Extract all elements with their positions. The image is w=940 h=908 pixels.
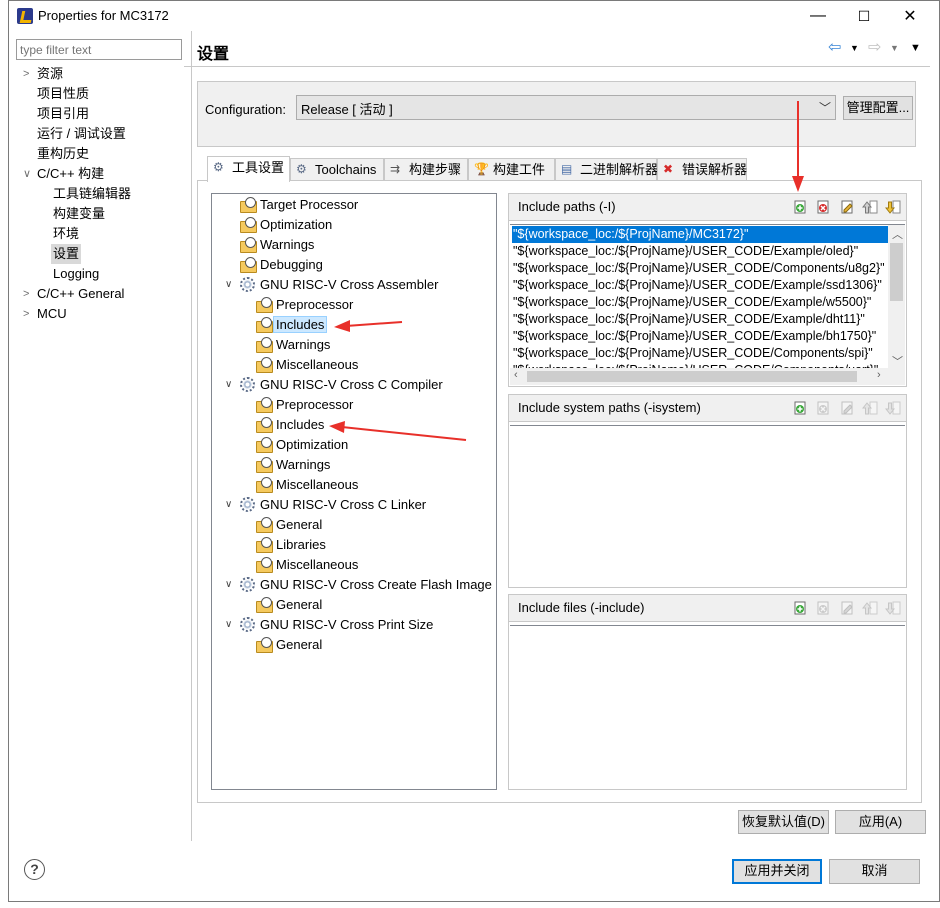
annotation-arrows bbox=[329, 101, 804, 441]
tool-settings-icon: ⚙ bbox=[213, 160, 224, 174]
annotation-arrow-asm-includes bbox=[334, 320, 403, 332]
tab-tool-settings[interactable]: ⚙ 工具设置 bbox=[207, 156, 290, 182]
tab-label: 工具设置 bbox=[232, 160, 285, 175]
annotation-arrow-c-includes bbox=[329, 421, 467, 441]
annotation-arrow-toolbar bbox=[792, 101, 804, 192]
